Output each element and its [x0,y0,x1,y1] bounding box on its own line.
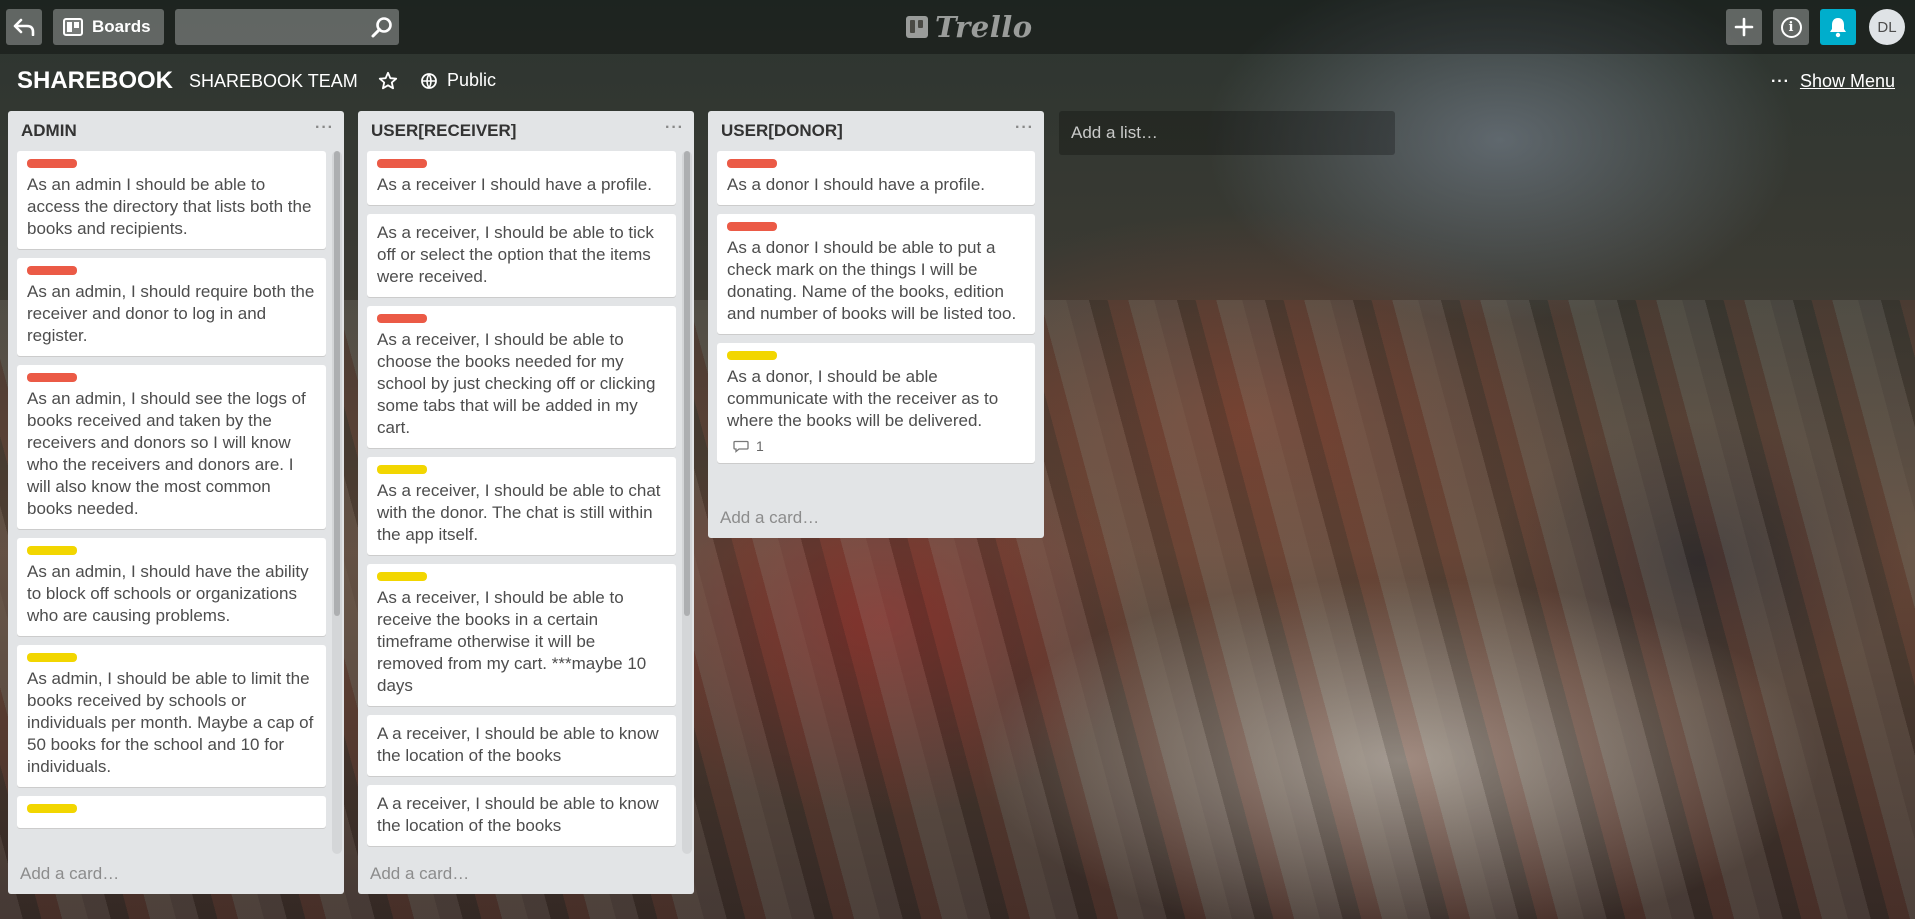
add-card-button[interactable]: Add a card… [8,854,344,894]
list-header: USER[DONOR] ··· [708,111,1044,151]
card[interactable]: As a receiver, I should be able to tick … [367,214,676,297]
card-text: As a receiver, I should be able to choos… [377,330,656,437]
card-text: As an admin, I should have the ability t… [27,562,309,625]
card-list: As a donor I should have a profile. As a… [708,151,1044,498]
search-icon[interactable] [370,15,394,39]
list-admin: ADMIN ··· As an admin I should be able t… [8,111,344,894]
card[interactable] [17,796,326,828]
add-list-button[interactable]: Add a list… [1059,111,1395,155]
list-scrollbar[interactable] [332,151,342,854]
card[interactable]: As an admin I should be able to access t… [17,151,326,249]
board-title[interactable]: SHAREBOOK [17,67,173,95]
card-list: As an admin I should be able to access t… [8,151,344,854]
trello-logo-icon [906,16,928,38]
more-icon: ··· [1770,72,1790,90]
card-label-yellow [27,804,77,813]
card[interactable]: A a receiver, I should be able to know t… [367,715,676,776]
visibility-button[interactable]: Public [420,70,496,91]
card[interactable]: As a donor I should be able to put a che… [717,214,1035,334]
card[interactable]: As a donor I should have a profile. [717,151,1035,205]
card-text: As an admin, I should see the logs of bo… [27,389,306,518]
card-text: As admin, I should be able to limit the … [27,669,314,776]
boards-icon [63,18,83,36]
boards-button[interactable]: Boards [53,9,164,45]
list-header: USER[RECEIVER] ··· [358,111,694,151]
card-list: As a receiver I should have a profile. A… [358,151,694,854]
visibility-label: Public [447,70,497,90]
search-input[interactable] [175,9,399,45]
list-menu-button[interactable]: ··· [1015,119,1034,137]
card-text: As a donor, I should be able communicate… [727,367,999,430]
scroll-thumb[interactable] [684,151,690,616]
card-text: As an admin, I should require both the r… [27,282,315,345]
card-label-red [727,222,777,231]
logo-text: Trello [935,10,1033,44]
globe-icon [421,72,437,89]
star-icon[interactable] [378,71,398,91]
card[interactable]: As a receiver, I should be able to recei… [367,564,676,706]
show-menu-button[interactable]: ··· Show Menu [1771,71,1895,92]
add-button[interactable] [1726,9,1762,45]
card-text: As a donor I should be able to put a che… [727,238,1017,323]
avatar[interactable]: DL [1869,9,1905,45]
list-donor: USER[DONOR] ··· As a donor I should have… [708,111,1044,538]
card-text: A a receiver, I should be able to know t… [377,724,659,765]
card-text: As a receiver I should have a profile. [377,175,652,194]
card[interactable]: As admin, I should be able to limit the … [17,645,326,787]
list-menu-button[interactable]: ··· [665,119,684,137]
card-label-red [377,159,427,168]
card[interactable]: As an admin, I should require both the r… [17,258,326,356]
card-label-red [727,159,777,168]
trello-logo[interactable]: Trello [906,10,1033,44]
card-label-red [27,159,77,168]
add-card-button[interactable]: Add a card… [708,498,1044,538]
team-name[interactable]: SHAREBOOK TEAM [189,71,358,92]
card[interactable]: As an admin, I should see the logs of bo… [17,365,326,529]
list-receiver: USER[RECEIVER] ··· As a receiver I shoul… [358,111,694,894]
card[interactable]: As a donor, I should be able communicate… [717,343,1035,463]
card-text: A a receiver, I should be able to know t… [377,794,659,835]
card-label-yellow [27,653,77,662]
list-scrollbar[interactable] [682,151,692,854]
list-title[interactable]: USER[DONOR] [721,121,843,141]
list-title[interactable]: ADMIN [21,121,77,141]
card-label-red [377,314,427,323]
add-card-button[interactable]: Add a card… [358,854,694,894]
notifications-button[interactable] [1820,9,1856,45]
card-text: As a receiver, I should be able to recei… [377,588,647,695]
card-label-red [27,373,77,382]
info-icon: i [1780,16,1802,38]
list-header: ADMIN ··· [8,111,344,151]
comment-icon [733,440,749,453]
comment-badge: 1 [727,438,1025,454]
card[interactable]: As an admin, I should have the ability t… [17,538,326,636]
card-label-yellow [377,572,427,581]
card[interactable]: A a receiver, I should be able to know t… [367,785,676,846]
card-label-yellow [27,546,77,555]
card-text: As a receiver, I should be able to chat … [377,481,661,544]
back-arrow-icon [13,18,35,36]
card-label-yellow [727,351,777,360]
back-button[interactable] [6,9,42,45]
card-text: As a receiver, I should be able to tick … [377,223,654,286]
card[interactable]: As a receiver, I should be able to choos… [367,306,676,448]
card[interactable]: As a receiver, I should be able to chat … [367,457,676,555]
plus-icon [1734,17,1754,37]
top-bar: Boards Trello i DL [0,0,1915,54]
scroll-thumb[interactable] [334,151,340,616]
info-button[interactable]: i [1773,9,1809,45]
show-menu-label: Show Menu [1799,71,1895,91]
card-text: As a donor I should have a profile. [727,175,985,194]
board-header: SHAREBOOK SHAREBOOK TEAM Public ··· Show… [0,54,1915,106]
card-text: As an admin I should be able to access t… [27,175,312,238]
list-menu-button[interactable]: ··· [315,119,334,137]
comment-count: 1 [756,438,764,454]
bell-icon [1830,18,1846,38]
card-label-yellow [377,465,427,474]
card[interactable]: As a receiver I should have a profile. [367,151,676,205]
card-label-red [27,266,77,275]
list-title[interactable]: USER[RECEIVER] [371,121,516,141]
boards-label: Boards [92,17,151,36]
